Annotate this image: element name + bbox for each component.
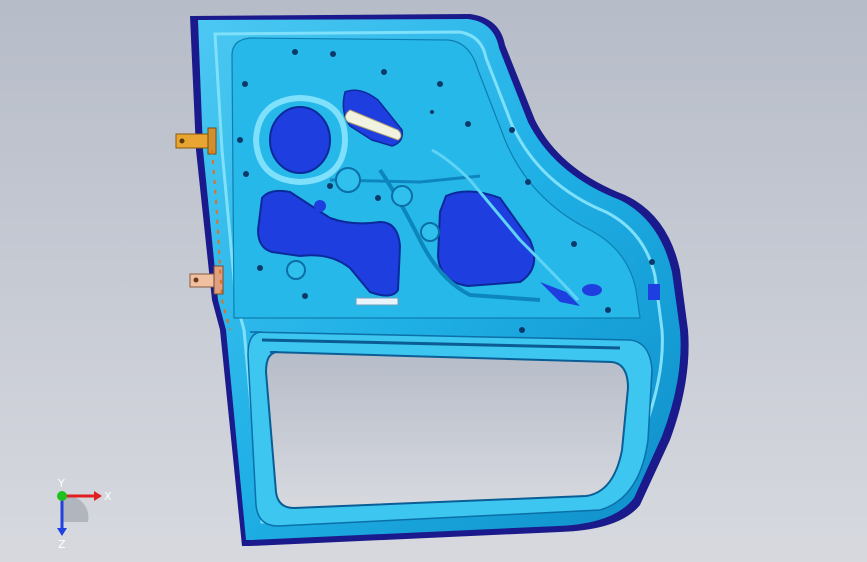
orientation-triad[interactable]: X Y Z — [40, 478, 120, 558]
door-panel-model[interactable] — [0, 0, 867, 562]
speaker-cutout — [269, 106, 331, 174]
boss — [391, 185, 413, 207]
boss — [335, 167, 361, 193]
boss — [286, 260, 306, 280]
z-axis-arrow-icon — [57, 528, 67, 536]
x-axis-arrow-icon — [94, 491, 102, 501]
lower-strip — [355, 297, 399, 306]
3d-viewport[interactable]: X Y Z — [0, 0, 867, 562]
boss — [420, 222, 440, 242]
latch-block — [648, 284, 660, 300]
window-opening — [264, 351, 630, 510]
y-axis-label: Y — [57, 478, 65, 490]
triad-plane — [62, 495, 89, 522]
slot-cutout — [582, 284, 602, 296]
x-axis-label: X — [104, 490, 112, 503]
y-axis-dot-icon — [57, 491, 67, 501]
z-axis-label: Z — [58, 538, 66, 551]
small-cutout — [314, 200, 326, 212]
